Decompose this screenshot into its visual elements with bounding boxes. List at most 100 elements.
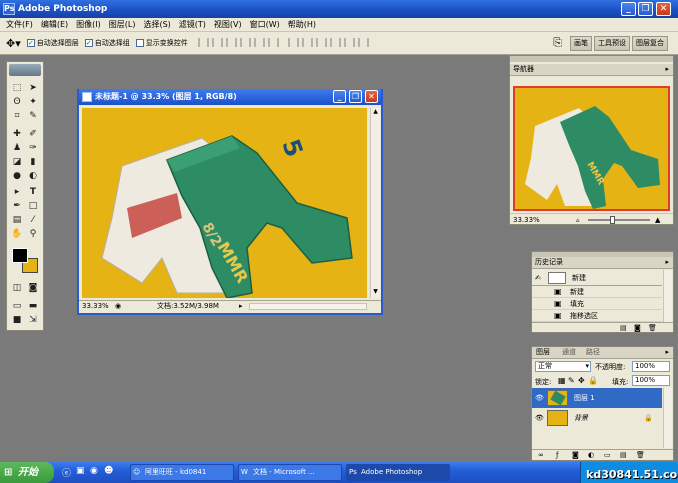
lock-pixels-icon[interactable]: ✎ [568, 376, 575, 385]
marquee-tool-icon[interactable]: ⬚ [10, 82, 24, 94]
auto-select-group-option[interactable]: ✓ 自动选择组 [84, 38, 130, 48]
crop-tool-icon[interactable]: ⌗ [10, 110, 24, 122]
menu-select[interactable]: 选择(S) [143, 19, 170, 30]
zoom-in-icon[interactable]: ▲ [655, 214, 660, 226]
layer-mask-icon[interactable]: ◙ [572, 450, 579, 461]
task-word-document[interactable]: W 文档 - Microsoft ... [238, 464, 342, 481]
new-snapshot-icon[interactable]: ◙ [634, 323, 641, 333]
navigator-zoom-field[interactable]: 33.33% [513, 214, 540, 226]
link-layers-icon[interactable]: ∞ [538, 450, 544, 461]
doc-minimize-button[interactable]: _ [333, 90, 346, 103]
distribute-bottom-icon[interactable] [316, 37, 328, 47]
menu-help[interactable]: 帮助(H) [288, 19, 316, 30]
fill-field[interactable]: 100% [632, 375, 670, 386]
quicklaunch-ie-icon[interactable]: ⓔ [62, 466, 71, 479]
checkbox-checked-icon[interactable]: ✓ [26, 39, 35, 47]
foreground-color-swatch[interactable] [12, 248, 28, 263]
dodge-tool-icon[interactable]: ◐ [26, 170, 40, 182]
pen-tool-icon[interactable]: ✒ [10, 200, 24, 212]
distribute-middle-icon[interactable] [302, 37, 314, 47]
adjustment-layer-icon[interactable]: ◐ [588, 450, 594, 461]
quicklaunch-media-icon[interactable]: ◉ [90, 466, 98, 476]
quicklaunch-desktop-icon[interactable]: ▣ [76, 466, 85, 476]
layer-style-icon[interactable]: ƒ [556, 450, 558, 461]
align-right-icon[interactable] [267, 37, 279, 47]
palette-menu-icon[interactable]: ▸ [665, 257, 669, 268]
notes-tool-icon[interactable]: ▤ [10, 214, 24, 226]
auto-select-layer-option[interactable]: ✓ 自动选择图层 [26, 38, 79, 48]
quicklaunch-qq-icon[interactable]: ☻ [104, 466, 113, 476]
menu-layer[interactable]: 图层(L) [109, 19, 136, 30]
palette-grip[interactable] [510, 56, 673, 62]
type-tool-icon[interactable]: T [26, 186, 40, 198]
history-snapshot[interactable]: ✍ 新建 [532, 270, 662, 286]
tab-channels[interactable]: 通道 [562, 347, 576, 358]
history-item[interactable]: ▣ 拖移选区 [532, 310, 662, 322]
new-document-icon[interactable]: ▤ [620, 323, 627, 333]
history-scrollbar[interactable] [663, 270, 672, 322]
slice-tool-icon[interactable]: ✎ [26, 110, 40, 122]
minimize-button[interactable]: _ [621, 2, 636, 16]
horizontal-scrollbar[interactable] [249, 303, 367, 310]
lock-position-icon[interactable]: ✥ [578, 376, 585, 385]
magic-wand-icon[interactable]: ✦ [26, 96, 40, 108]
start-button[interactable]: ⊞ 开始 [0, 462, 54, 483]
brush-tool-icon[interactable]: ✐ [26, 128, 40, 140]
eye-icon[interactable]: 👁 [535, 388, 544, 408]
navigator-preview[interactable]: MMR [513, 86, 670, 211]
menu-filter[interactable]: 滤镜(T) [179, 19, 206, 30]
jump-to-imageready-icon[interactable]: ⇲ [26, 314, 40, 326]
palette-well-brushes[interactable]: 画笔 [570, 35, 592, 51]
lock-all-icon[interactable]: 🔒 [588, 376, 598, 385]
lasso-tool-icon[interactable]: ʘ [10, 96, 24, 108]
gradient-tool-icon[interactable]: ▮ [26, 156, 40, 168]
menu-view[interactable]: 视图(V) [214, 19, 242, 30]
navigator-tab[interactable]: 导航器 ▸ [510, 64, 673, 76]
eyedropper-icon[interactable]: ⁄ [26, 214, 40, 226]
history-item[interactable]: ▣ 填充 [532, 298, 662, 310]
healing-brush-icon[interactable]: ✚ [10, 128, 24, 140]
tab-paths[interactable]: 路径 [586, 347, 600, 358]
checkbox-checked-icon[interactable]: ✓ [84, 39, 93, 47]
new-group-icon[interactable]: ▭ [604, 450, 611, 461]
brush-source-icon[interactable]: ✍ [535, 270, 541, 286]
task-aliwangwang[interactable]: ☺ 阿里旺旺 - kd0841 [130, 464, 234, 481]
distribute-top-icon[interactable] [288, 37, 300, 47]
task-photoshop[interactable]: Ps Adobe Photoshop [346, 464, 450, 481]
move-tool-icon[interactable]: ➤ [26, 82, 40, 94]
document-zoom-field[interactable]: 33.33% [82, 301, 109, 312]
distribute-right-icon[interactable] [358, 37, 370, 47]
align-middle-icon[interactable] [211, 37, 223, 47]
zoom-slider[interactable] [588, 219, 650, 221]
palette-menu-icon[interactable]: ▸ [665, 347, 669, 358]
screen-mode-full-icon[interactable]: ▬ [26, 300, 40, 312]
blur-tool-icon[interactable]: ● [10, 170, 24, 182]
distribute-left-icon[interactable] [330, 37, 342, 47]
history-brush-icon[interactable]: ✑ [26, 142, 40, 154]
close-button[interactable]: ✕ [656, 2, 671, 16]
history-tab[interactable]: 历史记录 ▸ [532, 257, 673, 269]
menu-image[interactable]: 图像(I) [76, 19, 101, 30]
doc-maximize-button[interactable]: ❐ [349, 90, 362, 103]
standard-mode-icon[interactable]: ◫ [10, 282, 24, 294]
show-transform-option[interactable]: 显示变换控件 [135, 38, 188, 48]
clone-stamp-icon[interactable]: ♟ [10, 142, 24, 154]
layers-scrollbar[interactable] [663, 388, 672, 448]
palette-menu-icon[interactable]: ▸ [665, 64, 669, 75]
doc-close-button[interactable]: ✕ [365, 90, 378, 103]
restore-button[interactable]: ❐ [638, 2, 653, 16]
menu-edit[interactable]: 编辑(E) [41, 19, 68, 30]
opacity-field[interactable]: 100% [632, 361, 670, 372]
palette-well-tool-presets[interactable]: 工具预设 [594, 35, 630, 51]
lock-transparency-icon[interactable]: ▦ [558, 376, 566, 385]
scroll-down-arrow-icon[interactable]: ▼ [371, 288, 380, 297]
align-bottom-icon[interactable] [225, 37, 237, 47]
shape-tool-icon[interactable]: □ [26, 200, 40, 212]
scroll-up-arrow-icon[interactable]: ▲ [371, 108, 380, 117]
layer-row-layer1[interactable]: 👁 图层 1 [532, 388, 662, 408]
align-left-icon[interactable] [239, 37, 251, 47]
history-item[interactable]: ▣ 新建 [532, 286, 662, 298]
trash-icon[interactable]: 🗑 [636, 450, 645, 461]
quick-mask-icon[interactable]: ◙ [26, 282, 40, 294]
screen-mode-black-icon[interactable]: ■ [10, 314, 24, 326]
